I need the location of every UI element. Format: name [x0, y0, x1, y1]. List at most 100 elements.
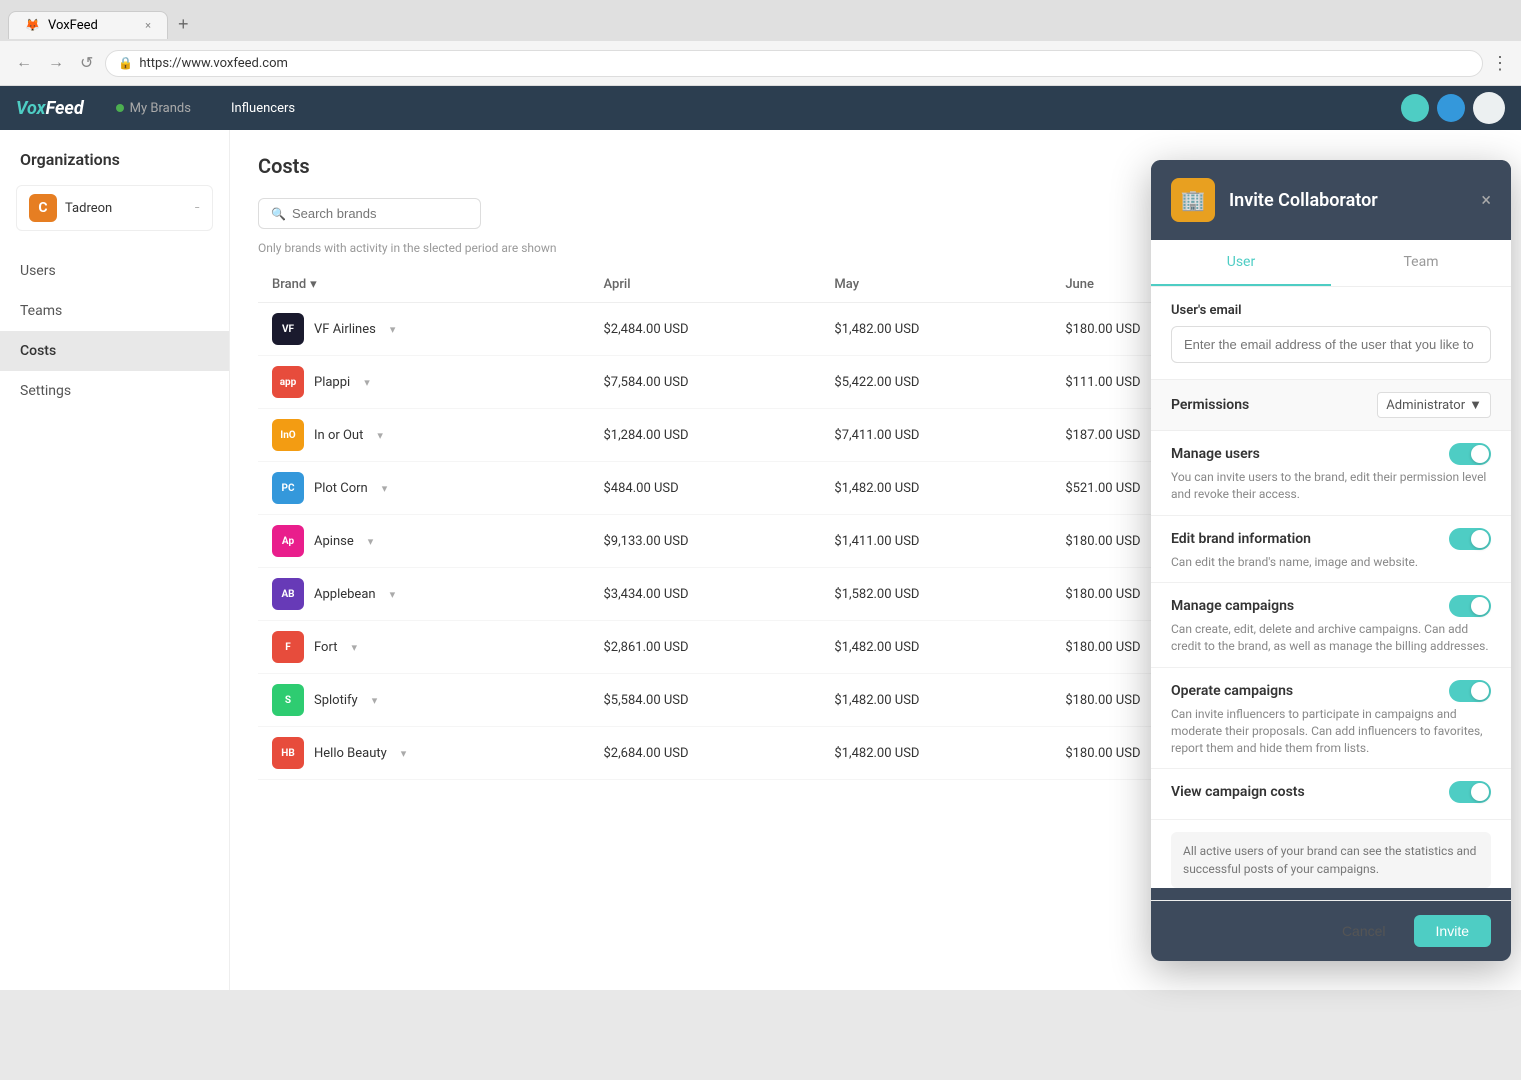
search-box[interactable]: 🔍 — [258, 198, 481, 229]
tab-team[interactable]: Team — [1331, 240, 1511, 286]
permission-desc-3: Can invite influencers to participate in… — [1171, 706, 1491, 756]
browser-menu-button[interactable]: ⋮ — [1491, 53, 1509, 74]
sidebar-item-users-label: Users — [20, 263, 56, 279]
sidebar: Organizations C Tadreon − Users Teams Co… — [0, 130, 230, 990]
april-cell-4: $9,133.00 USD — [590, 515, 821, 568]
april-cell-7: $5,584.00 USD — [590, 674, 821, 727]
brand-cell-3: PC Plot Corn ▾ — [258, 462, 590, 515]
permission-item-2: Manage campaigns Can create, edit, delet… — [1151, 583, 1511, 668]
sidebar-item-teams[interactable]: Teams — [0, 291, 229, 331]
address-bar[interactable]: 🔒 https://www.voxfeed.com — [105, 50, 1483, 77]
status-dot — [116, 104, 124, 112]
brand-expand-icon-5[interactable]: ▾ — [390, 588, 396, 601]
brand-logo-7: S — [272, 684, 304, 716]
org-icon: C — [29, 194, 57, 222]
search-input[interactable] — [292, 206, 468, 221]
april-cell-5: $3,434.00 USD — [590, 568, 821, 621]
brand-expand-icon-0[interactable]: ▾ — [390, 323, 396, 336]
sidebar-item-users[interactable]: Users — [0, 251, 229, 291]
nav-my-brands[interactable]: My Brands — [108, 97, 199, 120]
new-tab-button[interactable]: + — [168, 8, 199, 41]
modal-overlay: 🏢 Invite Collaborator × User Team — [1141, 130, 1521, 990]
permission-item-3: Operate campaigns Can invite influencers… — [1151, 668, 1511, 769]
brand-expand-icon-8[interactable]: ▾ — [401, 747, 407, 760]
brand-cell-5: AB Applebean ▾ — [258, 568, 590, 621]
brand-logo-0: VF — [272, 313, 304, 345]
permission-name-2: Manage campaigns — [1171, 598, 1294, 614]
email-section: User's email — [1151, 287, 1511, 379]
sidebar-item-settings-label: Settings — [20, 383, 71, 399]
brand-cell-0: VF VF Airlines ▾ — [258, 303, 590, 356]
brand-expand-icon-6[interactable]: ▾ — [351, 641, 357, 654]
may-cell-1: $5,422.00 USD — [820, 356, 1051, 409]
permission-toggle-2[interactable] — [1449, 595, 1491, 617]
brand-expand-icon-4[interactable]: ▾ — [368, 535, 374, 548]
sidebar-item-settings[interactable]: Settings — [0, 371, 229, 411]
permission-name-4: View campaign costs — [1171, 784, 1305, 800]
may-cell-7: $1,482.00 USD — [820, 674, 1051, 727]
nav-influencers[interactable]: Influencers — [223, 97, 303, 120]
brand-name-5: Applebean — [314, 587, 376, 602]
modal-body: User Team User's email — [1151, 240, 1511, 888]
email-label: User's email — [1171, 303, 1491, 318]
sidebar-item-costs-label: Costs — [20, 343, 56, 359]
brand-expand-icon-2[interactable]: ▾ — [377, 429, 383, 442]
invite-button[interactable]: Invite — [1414, 915, 1491, 947]
avatar-1[interactable] — [1401, 94, 1429, 122]
april-cell-2: $1,284.00 USD — [590, 409, 821, 462]
refresh-button[interactable]: ↺ — [76, 49, 97, 77]
brand-cell-1: app Plappi ▾ — [258, 356, 590, 409]
may-cell-0: $1,482.00 USD — [820, 303, 1051, 356]
permissions-label: Permissions — [1171, 397, 1249, 413]
may-cell-8: $1,482.00 USD — [820, 727, 1051, 780]
modal-header: 🏢 Invite Collaborator × — [1151, 160, 1511, 240]
brand-expand-icon-3[interactable]: ▾ — [382, 482, 388, 495]
permission-toggle-4[interactable] — [1449, 781, 1491, 803]
org-name: Tadreon — [65, 201, 186, 216]
org-selector[interactable]: C Tadreon − — [16, 185, 213, 231]
cancel-button[interactable]: Cancel — [1324, 915, 1404, 947]
tab-title: VoxFeed — [48, 18, 98, 33]
permission-name-3: Operate campaigns — [1171, 683, 1293, 699]
browser-chrome: 🦊 VoxFeed × + ← → ↺ 🔒 https://www.voxfee… — [0, 0, 1521, 86]
forward-button[interactable]: → — [44, 50, 68, 76]
app: VoxFeed My Brands Influencers Organizati… — [0, 86, 1521, 990]
col-brand[interactable]: Brand ▾ — [258, 267, 590, 303]
sidebar-item-teams-label: Teams — [20, 303, 62, 319]
avatar-2[interactable] — [1437, 94, 1465, 122]
permission-desc-2: Can create, edit, delete and archive cam… — [1171, 621, 1491, 655]
browser-nav: ← → ↺ 🔒 https://www.voxfeed.com ⋮ — [0, 41, 1521, 85]
permissions-role-select[interactable]: Administrator ▼ — [1377, 392, 1491, 418]
brand-expand-icon-1[interactable]: ▾ — [364, 376, 370, 389]
brand-name-8: Hello Beauty — [314, 746, 387, 761]
tab-close-button[interactable]: × — [145, 19, 151, 32]
brand-logo-6: F — [272, 631, 304, 663]
permission-toggle-1[interactable] — [1449, 528, 1491, 550]
permission-toggle-0[interactable] — [1449, 443, 1491, 465]
brand-expand-icon-7[interactable]: ▾ — [372, 694, 378, 707]
may-cell-5: $1,582.00 USD — [820, 568, 1051, 621]
permission-desc-1: Can edit the brand's name, image and web… — [1171, 554, 1491, 571]
sidebar-item-costs[interactable]: Costs — [0, 331, 229, 371]
invite-collaborator-modal: 🏢 Invite Collaborator × User Team — [1151, 160, 1511, 961]
modal-close-button[interactable]: × — [1481, 190, 1491, 211]
brand-cell-6: F Fort ▾ — [258, 621, 590, 674]
col-april: April — [590, 267, 821, 303]
browser-tab[interactable]: 🦊 VoxFeed × — [8, 11, 168, 39]
sidebar-title: Organizations — [0, 150, 229, 185]
brand-logo-8: HB — [272, 737, 304, 769]
role-label: Administrator — [1386, 398, 1465, 413]
tab-user[interactable]: User — [1151, 240, 1331, 286]
permission-toggle-3[interactable] — [1449, 680, 1491, 702]
modal-title: Invite Collaborator — [1229, 190, 1467, 211]
content-area: Costs 🔍 📅 Last three months ▾ ⬇ Download — [230, 130, 1521, 990]
app-logo: VoxFeed — [16, 98, 84, 119]
brand-name-1: Plappi — [314, 375, 350, 390]
permission-item-4: View campaign costs — [1151, 769, 1511, 820]
lock-icon: 🔒 — [118, 56, 133, 70]
brand-name-2: In or Out — [314, 428, 363, 443]
back-button[interactable]: ← — [12, 50, 36, 76]
brand-logo-1: app — [272, 366, 304, 398]
email-input[interactable] — [1171, 326, 1491, 363]
avatar-3[interactable] — [1473, 92, 1505, 124]
